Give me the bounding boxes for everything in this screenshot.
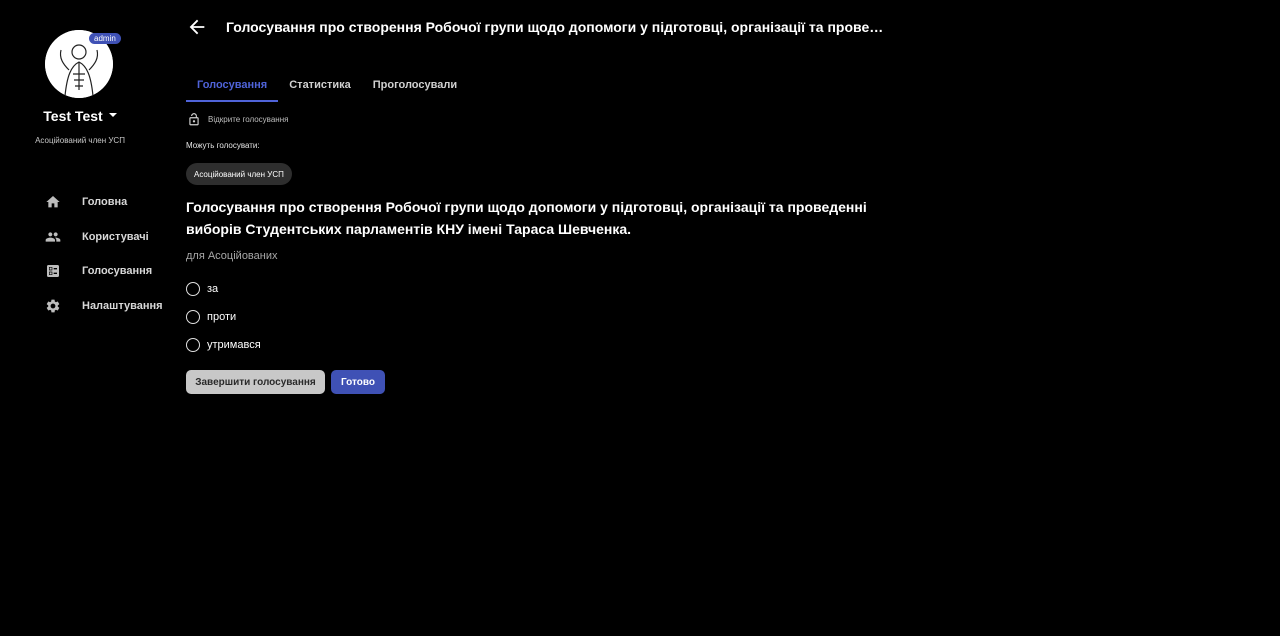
vote-audience: для Асоційованих: [186, 250, 278, 262]
sidebar-item-home[interactable]: Головна: [45, 192, 127, 212]
radio-button[interactable]: [186, 282, 200, 296]
option-for[interactable]: за: [186, 281, 218, 297]
tab-bar: Голосування Статистика Проголосували: [186, 72, 468, 102]
done-button[interactable]: Готово: [331, 370, 385, 394]
gear-icon: [46, 299, 60, 313]
vote-type-label: Відкрите голосування: [208, 115, 289, 124]
home-icon: [46, 196, 60, 208]
option-label: проти: [207, 311, 237, 323]
admin-badge: admin: [89, 33, 121, 44]
option-label: утримався: [207, 339, 261, 351]
vote-type-row: Відкрите голосування: [187, 112, 288, 127]
finish-voting-button[interactable]: Завершити голосування: [186, 370, 325, 394]
option-label: за: [207, 283, 219, 295]
user-role: Асоційований член УСП: [35, 136, 125, 145]
radio-button[interactable]: [186, 310, 200, 324]
vote-question: Голосування про створення Робочої групи …: [186, 199, 867, 237]
tab-voting[interactable]: Голосування: [186, 72, 279, 102]
sidebar-item-label: Користувачі: [82, 231, 149, 243]
arrow-left-icon: [189, 19, 205, 35]
eligible-group-chip: Асоційований член УСП: [186, 163, 292, 185]
users-icon: [45, 232, 61, 242]
option-abstain[interactable]: утримався: [186, 337, 261, 353]
tab-voted[interactable]: Проголосували: [362, 72, 468, 102]
caret-down-icon: [108, 113, 117, 118]
radio-button[interactable]: [186, 338, 200, 352]
can-vote-label: Можуть голосувати:: [186, 141, 260, 150]
sidebar-item-users[interactable]: Користувачі: [45, 227, 149, 247]
sidebar-item-label: Налаштування: [82, 300, 163, 312]
ballot-icon: [47, 265, 59, 277]
lock-open-icon: [189, 113, 199, 126]
tab-statistics[interactable]: Статистика: [278, 72, 362, 102]
sidebar-item-settings[interactable]: Налаштування: [45, 296, 163, 316]
option-against[interactable]: проти: [186, 309, 236, 325]
sidebar-item-label: Головна: [82, 196, 128, 208]
user-menu[interactable]: Test Test: [0, 108, 160, 124]
page-title: Голосування про створення Робочої групи …: [226, 19, 886, 35]
back-button[interactable]: [186, 16, 208, 38]
sidebar-item-label: Голосування: [82, 265, 153, 277]
user-name: Test Test: [43, 108, 103, 124]
sidebar-item-voting[interactable]: Голосування: [45, 261, 152, 281]
sidebar: admin Test Test Асоційований член УСП Го…: [0, 0, 170, 636]
avatar-container[interactable]: admin: [45, 30, 121, 98]
